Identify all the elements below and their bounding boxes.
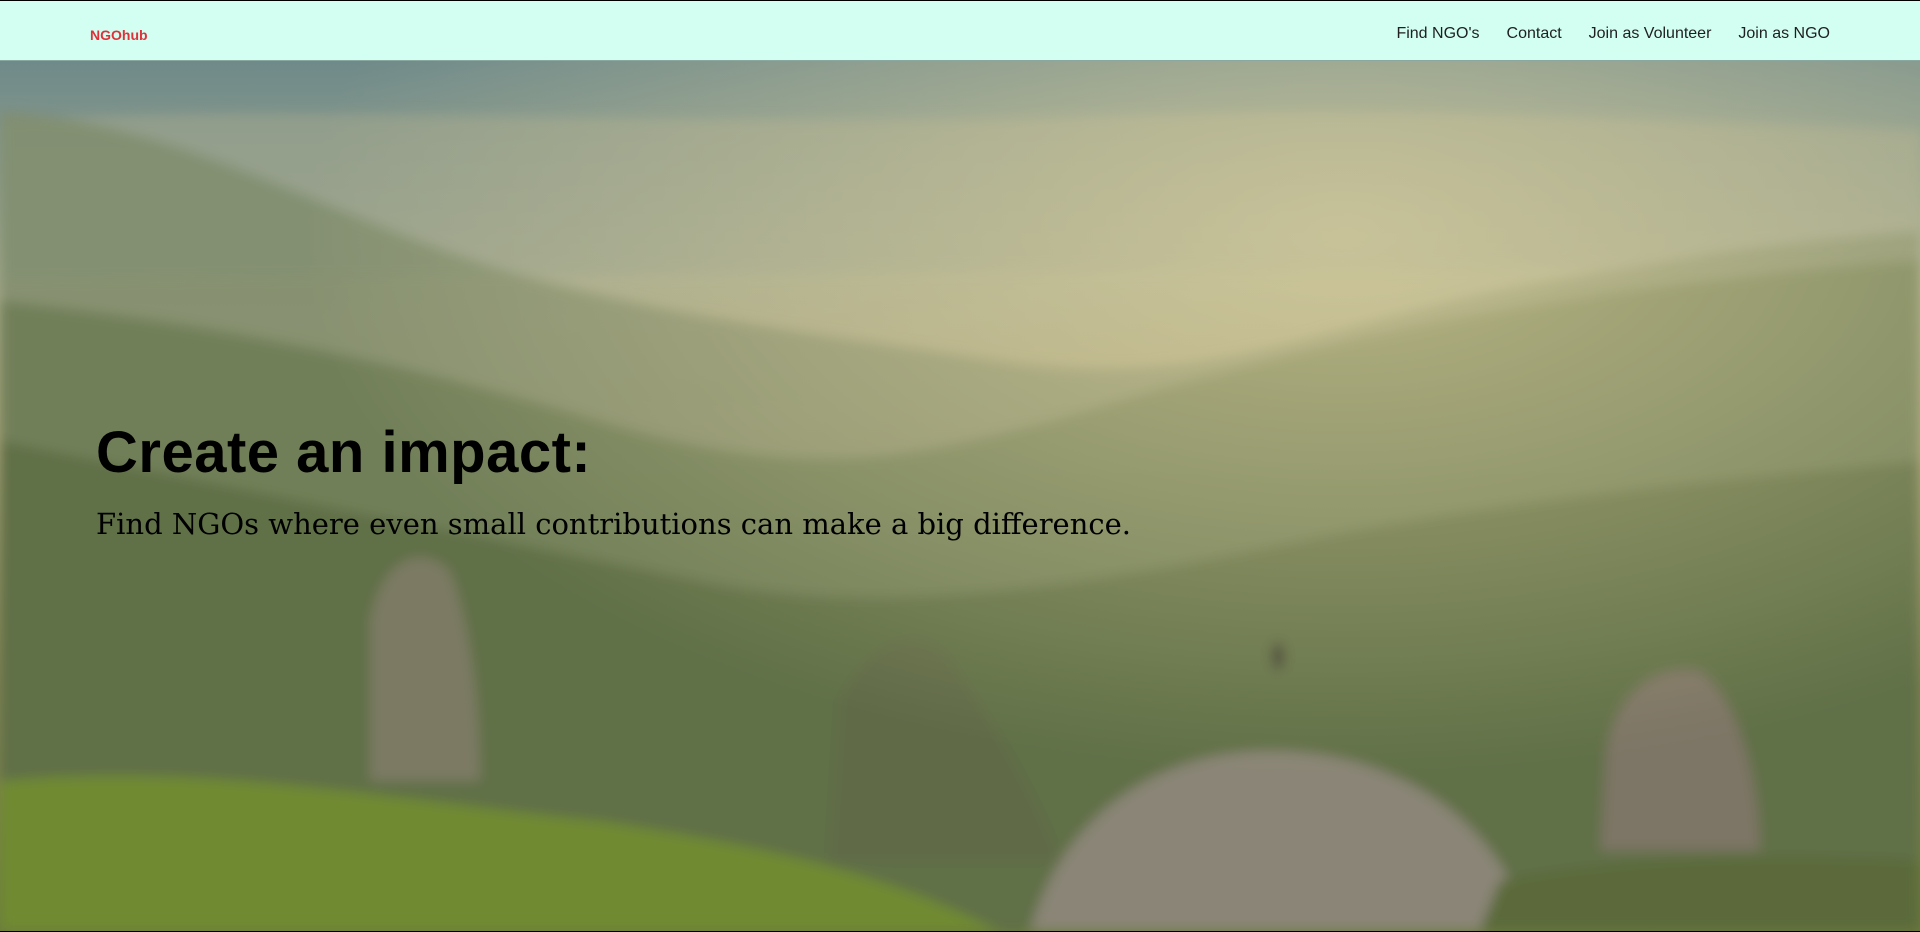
brand-logo-link[interactable]: NGOhub — [90, 27, 148, 43]
hero-title: Create an impact: — [96, 420, 592, 485]
nav-link-join-ngo[interactable]: Join as NGO — [1738, 25, 1830, 43]
nav-link-find-ngos[interactable]: Find NGO's — [1396, 25, 1479, 43]
hero-section: Create an impact: Find NGOs where even s… — [0, 61, 1920, 931]
page: NGOhub Find NGO's Contact Join as Volunt… — [0, 0, 1920, 932]
nav-link-contact[interactable]: Contact — [1507, 25, 1562, 43]
nav-links: Find NGO's Contact Join as Volunteer Joi… — [1396, 25, 1830, 43]
hero-subtitle: Find NGOs where even small contributions… — [96, 506, 1132, 541]
top-navbar: NGOhub Find NGO's Contact Join as Volunt… — [0, 0, 1920, 61]
hero-content: Create an impact: Find NGOs where even s… — [96, 421, 1131, 542]
nav-link-join-volunteer[interactable]: Join as Volunteer — [1589, 25, 1712, 43]
